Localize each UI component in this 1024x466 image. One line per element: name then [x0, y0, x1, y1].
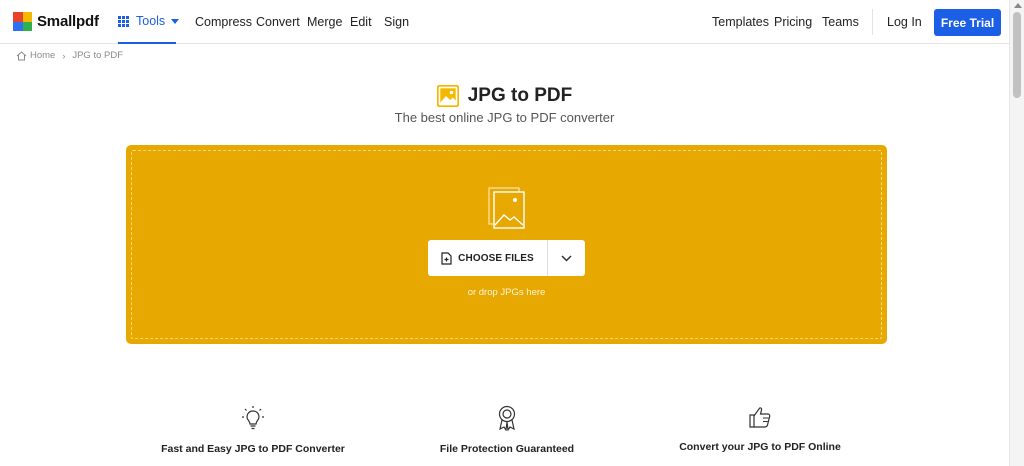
- home-icon: [16, 50, 27, 60]
- smallpdf-logo[interactable]: Smallpdf: [13, 12, 99, 31]
- feature-title: File Protection Guaranteed: [439, 443, 575, 455]
- nav-teams[interactable]: Teams: [822, 15, 859, 29]
- logo-mark-icon: [13, 12, 32, 31]
- drop-hint-text: or drop JPGs here: [467, 287, 546, 298]
- page-scrollbar[interactable]: [1009, 0, 1024, 466]
- caret-down-icon: [171, 18, 180, 24]
- nav-compress[interactable]: Compress: [195, 15, 252, 29]
- nav-merge[interactable]: Merge: [307, 15, 342, 29]
- chevron-down-icon: [561, 254, 572, 262]
- feature-fast-easy: Fast and Easy JPG to PDF Converter: [143, 405, 363, 455]
- feature-file-protection: File Protection Guaranteed: [397, 405, 617, 455]
- file-plus-icon: [441, 251, 452, 265]
- thumbs-up-icon: [749, 407, 771, 428]
- nav-templates[interactable]: Templates: [712, 15, 769, 29]
- tools-label: Tools: [136, 14, 166, 28]
- image-files-icon: [488, 187, 525, 229]
- upload-options-dropdown[interactable]: [548, 240, 585, 276]
- lightbulb-icon: [242, 406, 264, 430]
- login-link[interactable]: Log In: [887, 15, 922, 29]
- jpg-image-icon: [436, 85, 459, 107]
- grid-icon: [118, 15, 129, 27]
- choose-files-label: CHOOSE FILES: [458, 252, 534, 264]
- scroll-up-arrow-icon[interactable]: [1014, 3, 1022, 8]
- free-trial-button[interactable]: Free Trial: [934, 9, 1001, 36]
- breadcrumb-home[interactable]: Home: [30, 50, 55, 61]
- choose-files-button[interactable]: CHOOSE FILES: [428, 240, 548, 276]
- breadcrumb-separator: ›: [62, 50, 66, 61]
- feature-title: Convert your JPG to PDF Online: [679, 441, 841, 453]
- hero-title-row: JPG to PDF: [0, 85, 1009, 107]
- tools-menu[interactable]: Tools: [118, 0, 180, 44]
- choose-files-control: CHOOSE FILES: [428, 240, 585, 276]
- page-title: JPG to PDF: [467, 85, 573, 106]
- nav-edit[interactable]: Edit: [350, 15, 372, 29]
- award-ribbon-icon: [498, 405, 516, 431]
- page-subtitle: The best online JPG to PDF converter: [394, 110, 615, 125]
- top-navbar: Smallpdf Tools Compress Convert Merge Ed…: [0, 0, 1009, 44]
- scrollbar-thumb[interactable]: [1013, 12, 1021, 98]
- nav-sign[interactable]: Sign: [384, 15, 409, 29]
- brand-name: Smallpdf: [37, 13, 99, 30]
- nav-divider: [872, 9, 873, 35]
- file-dropzone[interactable]: CHOOSE FILES or drop JPGs here: [126, 145, 887, 344]
- breadcrumb-current[interactable]: JPG to PDF: [72, 50, 123, 61]
- feature-convert-online: Convert your JPG to PDF Online: [650, 405, 870, 453]
- nav-convert[interactable]: Convert: [256, 15, 300, 29]
- nav-pricing[interactable]: Pricing: [774, 15, 812, 29]
- breadcrumb: Home › JPG to PDF: [16, 50, 123, 61]
- feature-title: Fast and Easy JPG to PDF Converter: [161, 443, 345, 455]
